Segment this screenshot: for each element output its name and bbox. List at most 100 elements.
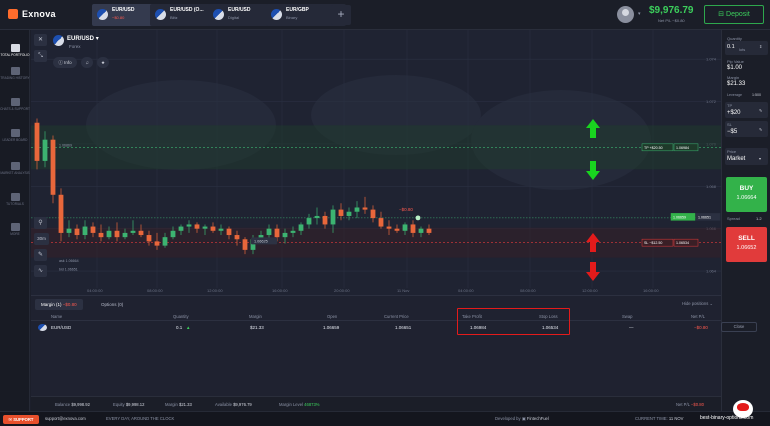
price-label: Price xyxy=(727,149,737,154)
price-type-dropdown-icon[interactable]: ▾ xyxy=(759,156,761,161)
close-position-button[interactable]: Close xyxy=(721,322,757,332)
quantity-value[interactable]: 0.1 xyxy=(727,44,735,50)
tp-value[interactable]: +$20 xyxy=(727,110,741,116)
col-header-current-price[interactable]: Current Price xyxy=(384,314,409,319)
margin-value: $21.33 xyxy=(727,81,746,87)
notification-bell-icon[interactable]: ♫ xyxy=(81,57,93,68)
candle-body xyxy=(370,209,376,219)
left-price-tag: ask 1.06664 xyxy=(59,259,79,263)
deposit-icon: ⊟ xyxy=(718,11,727,18)
row-quantity: 0.1 xyxy=(176,325,183,330)
account-dropdown-icon[interactable]: ▾ xyxy=(638,11,641,17)
margin-label: Margin xyxy=(727,75,740,80)
row-net-pl: −$0.80 xyxy=(694,325,708,330)
sidebar-item-label: TUTORIALS xyxy=(6,202,24,206)
col-header-name[interactable]: Name xyxy=(51,314,62,319)
sidebar-item-label: MARKET ANALYSIS xyxy=(0,171,30,175)
history-icon xyxy=(10,67,20,75)
price-axis-label: 1.064 xyxy=(706,269,717,274)
deposit-button[interactable]: ⊟ Deposit xyxy=(704,5,764,24)
leverage-label: Leverage xyxy=(727,93,742,97)
hide-positions-link[interactable]: Hide positions ⌄ xyxy=(682,301,713,306)
close-chart-icon[interactable]: ✕ xyxy=(34,34,47,46)
spread-value: 1.2 xyxy=(756,216,762,221)
time-axis-label: 04:00:00 xyxy=(87,288,103,293)
price-type-value[interactable]: Market xyxy=(727,156,745,162)
quantity-stepper-icon[interactable]: ⇕ xyxy=(759,44,762,49)
tp-label: TP xyxy=(727,103,733,108)
candle-body xyxy=(378,218,384,227)
candle-body xyxy=(354,207,360,212)
header-net-pl: Net P/L −$0.80 xyxy=(658,18,685,23)
candle-body xyxy=(82,226,88,236)
add-tab-button[interactable]: + xyxy=(331,5,351,25)
tp-sl-highlight-box xyxy=(457,308,570,335)
candle-body xyxy=(66,228,72,233)
sidebar-item-3[interactable]: LEADER BOARD xyxy=(0,129,30,143)
price-chart[interactable]: 1.0741.0721.0701.0681.0661.06404:00:0008… xyxy=(31,30,721,295)
sl-value[interactable]: −$5 xyxy=(727,129,737,135)
info-button[interactable]: ⓘ Info xyxy=(53,57,77,68)
pip-value-label: Pip Value xyxy=(727,59,744,64)
buy-button[interactable]: BUY 1.06664 xyxy=(726,177,767,212)
sidebar-item-4[interactable]: MARKET ANALYSIS xyxy=(0,162,30,176)
brand-name: Exnova xyxy=(22,9,56,19)
tp-edit-icon[interactable]: ✎ xyxy=(759,108,762,113)
avatar[interactable] xyxy=(617,6,634,23)
sidebar-item-1[interactable]: TRADING HISTORY xyxy=(0,67,30,81)
open-price-tag: 1.06659 xyxy=(673,215,686,219)
logo[interactable]: Exnova xyxy=(8,9,56,19)
sidebar-item-2[interactable]: CHATS & SUPPORT xyxy=(0,98,30,112)
indicator-icon[interactable]: ⚲ xyxy=(34,217,47,229)
col-header-swap[interactable]: Swap xyxy=(622,314,632,319)
sell-label: SELL xyxy=(738,235,755,242)
sidebar-item-label: MORE xyxy=(10,232,20,236)
time-axis-label: 12:00:00 xyxy=(582,288,598,293)
status-equity: Equity $9,998.12 xyxy=(113,402,145,407)
sidebar-item-label: CHATS & SUPPORT xyxy=(0,107,30,111)
candle-body xyxy=(362,207,368,210)
candle-body xyxy=(122,232,128,238)
buy-price: 1.06664 xyxy=(736,195,757,201)
table-header-divider xyxy=(31,320,721,321)
tab-margin-positions[interactable]: Margin (1) −$0.80 xyxy=(35,299,83,310)
candle-body xyxy=(242,239,248,250)
support-email-link[interactable]: support@exnova.com xyxy=(45,416,86,421)
sidebar-item-0[interactable]: TOTAL PORTFOLIO xyxy=(0,44,30,58)
sl-edit-icon[interactable]: ✎ xyxy=(759,127,762,132)
candlestick-chart[interactable]: 1.0741.0721.0701.0681.0661.06404:00:0008… xyxy=(31,30,721,295)
footer-bar: ✉ SUPPORT support@exnova.com EVERY DAY, … xyxy=(0,411,770,426)
row-current-price: 1.06651 xyxy=(395,325,412,330)
eur-usd-flag-icon xyxy=(53,35,64,46)
draw-tool-icon[interactable]: ⤡ xyxy=(34,50,47,62)
pencil-icon[interactable]: ✎ xyxy=(34,249,47,261)
sidebar-item-6[interactable]: MORE xyxy=(0,223,30,237)
timeframe-button[interactable]: 30m xyxy=(34,233,49,245)
buy-label: BUY xyxy=(739,185,754,192)
candle-body xyxy=(346,211,352,216)
col-header-quantity[interactable]: Quantity xyxy=(173,314,189,319)
time-axis-label: 20:00:00 xyxy=(334,288,350,293)
time-axis-label: 16:00:00 xyxy=(643,288,659,293)
leverage-value: 1:500 xyxy=(752,93,761,97)
col-header-open[interactable]: Open xyxy=(327,314,337,319)
tab-options-positions[interactable]: Options (0) xyxy=(95,299,129,310)
sell-button[interactable]: SELL 1.06652 xyxy=(726,227,767,262)
support-button[interactable]: ✉ SUPPORT xyxy=(3,415,39,424)
leaderboard-icon xyxy=(10,129,20,137)
more-icon xyxy=(10,223,20,231)
market-analysis-icon xyxy=(10,162,20,170)
time-axis-label: 08:00:00 xyxy=(520,288,536,293)
col-header-net-pl[interactable]: Net P/L xyxy=(691,314,705,319)
favorite-star-icon[interactable]: ★ xyxy=(97,57,109,68)
account-balance[interactable]: $9,976.79 xyxy=(649,5,694,16)
chart-type-icon[interactable]: ∿ xyxy=(34,265,47,277)
candle-body xyxy=(154,241,160,246)
asset-name[interactable]: EUR/USD ▾ xyxy=(67,35,99,42)
price-axis-label: 1.074 xyxy=(706,57,717,62)
candle-body xyxy=(114,230,120,238)
col-header-margin[interactable]: Margin xyxy=(249,314,262,319)
sidebar-item-5[interactable]: TUTORIALS xyxy=(0,193,30,207)
candle-body xyxy=(290,230,296,233)
candle-body xyxy=(402,224,408,231)
